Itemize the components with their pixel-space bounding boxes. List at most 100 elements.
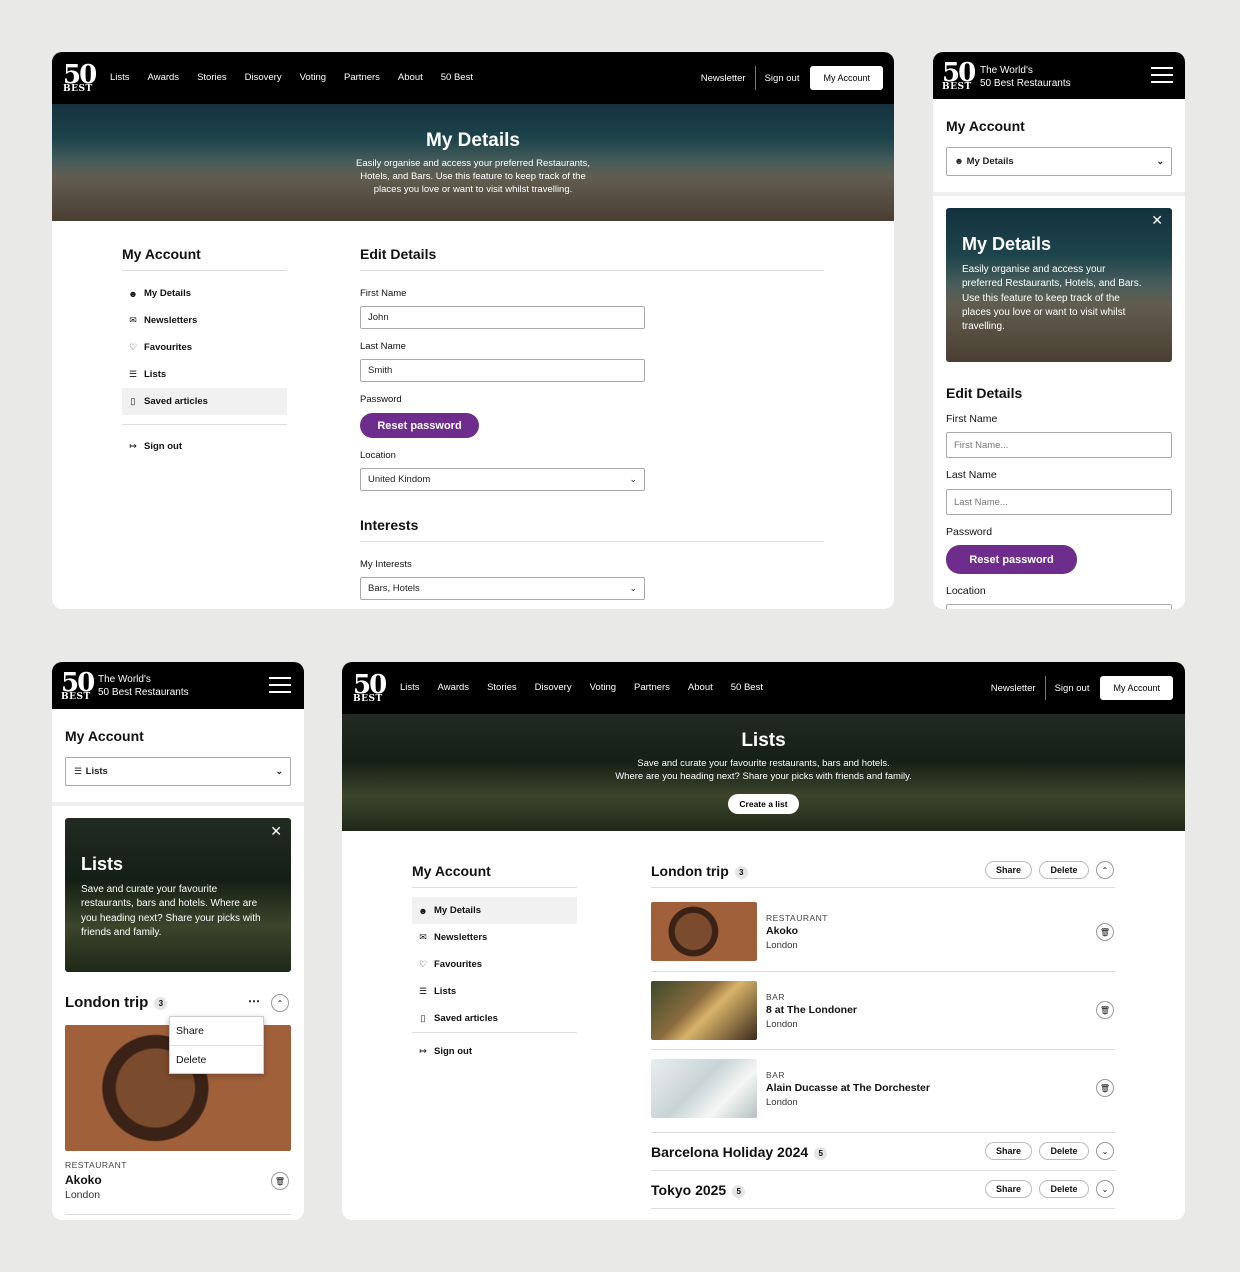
logo[interactable]: 50 BEST (63, 62, 97, 94)
item-name[interactable]: Akoko (65, 1173, 102, 1187)
list-group-title: London trip 3 (651, 863, 748, 879)
delete-button[interactable]: Delete (1039, 1180, 1089, 1198)
logo[interactable]: 50 BEST (61, 670, 95, 702)
nav-link-about[interactable]: About (688, 682, 713, 693)
mobile-hero-card: My Details Easily organise and access yo… (946, 208, 1172, 362)
item-name[interactable]: Akoko (766, 925, 798, 937)
logo[interactable]: 50 BEST (353, 672, 387, 704)
count-badge: 5 (814, 1146, 828, 1160)
sidebar-item-my-details[interactable]: ☻ My Details (412, 897, 577, 924)
nav-link-stories[interactable]: Stories (487, 682, 517, 693)
nav-link-about[interactable]: About (398, 72, 423, 83)
sidebar-title: My Account (122, 246, 201, 262)
my-account-button[interactable]: My Account (810, 66, 883, 90)
divider (651, 971, 1115, 972)
delete-menu-item[interactable]: Delete (170, 1045, 263, 1073)
mobile-account-title: My Account (65, 728, 144, 744)
sidebar-item-saved-articles[interactable]: ▯ Saved articles (122, 388, 287, 415)
delete-button[interactable]: Delete (1039, 1142, 1089, 1160)
interests-select[interactable]: Bars, Hotels ⌄ (360, 577, 645, 600)
share-button[interactable]: Share (985, 1142, 1032, 1160)
sidebar-item-newsletters[interactable]: ✉ Newsletters (122, 307, 287, 334)
trash-icon[interactable]: 🗑 (1096, 1001, 1114, 1019)
item-city: London (766, 1097, 798, 1108)
my-account-button[interactable]: My Account (1100, 676, 1173, 700)
mobile-account-title: My Account (946, 118, 1025, 134)
nav-link-voting[interactable]: Voting (590, 682, 616, 693)
first-name-field[interactable]: John (360, 306, 645, 329)
nav-link-awards[interactable]: Awards (438, 682, 470, 693)
close-icon[interactable]: ✕ (1151, 212, 1163, 229)
last-name-field[interactable]: Last Name... (946, 489, 1172, 515)
hero-title: Lists (741, 730, 786, 751)
nav-link-awards[interactable]: Awards (148, 72, 180, 83)
nav-link-partners[interactable]: Partners (344, 72, 380, 83)
nav-link-discovery[interactable]: Disovery (535, 682, 572, 693)
close-icon[interactable]: ✕ (270, 823, 282, 840)
item-image (651, 902, 757, 961)
signout-link[interactable]: Sign out (1055, 683, 1090, 694)
collapse-button[interactable]: ⌃ (271, 994, 289, 1012)
newsletter-link[interactable]: Newsletter (701, 73, 746, 84)
nav-link-lists[interactable]: Lists (400, 682, 420, 693)
collapse-button[interactable]: ⌃ (1096, 861, 1114, 879)
last-name-field[interactable]: Smith (360, 359, 645, 382)
sidebar-signout[interactable]: ↦ Sign out (122, 433, 287, 460)
expand-button[interactable]: ⌄ (1096, 1180, 1114, 1198)
mail-icon: ✉ (419, 932, 427, 942)
location-select[interactable] (946, 604, 1172, 609)
trash-icon[interactable]: 🗑 (271, 1172, 289, 1190)
sidebar-item-lists[interactable]: ☰ Lists (412, 978, 577, 1005)
reset-password-button[interactable]: Reset password (360, 413, 479, 438)
trash-icon[interactable]: 🗑 (1096, 1079, 1114, 1097)
share-button[interactable]: Share (985, 861, 1032, 879)
divider (933, 192, 1185, 196)
item-image (651, 981, 757, 1040)
trash-icon[interactable]: 🗑 (1096, 923, 1114, 941)
divider (360, 270, 824, 271)
item-name[interactable]: Alain Ducasse at The Dorchester (766, 1082, 930, 1094)
reset-password-button[interactable]: Reset password (946, 545, 1077, 574)
nav-link-lists[interactable]: Lists (110, 72, 130, 83)
sidebar-item-newsletters[interactable]: ✉ Newsletters (412, 924, 577, 951)
more-options-icon[interactable]: ⋯ (248, 994, 260, 1008)
first-name-field[interactable]: First Name... (946, 432, 1172, 458)
sidebar-item-my-details[interactable]: ☻ My Details (122, 280, 287, 307)
mobile-my-details-card: 50 BEST The World's 50 Best Restaurants My… (933, 52, 1185, 609)
sidebar-item-favourites[interactable]: ♡ Favourites (412, 951, 577, 978)
logo[interactable]: 50 BEST (942, 60, 976, 92)
mobile-section-select[interactable]: ☰ Lists ⌄ (65, 757, 291, 786)
hero-text-3: places you love or want to visit whilst … (373, 184, 573, 195)
nav-link-partners[interactable]: Partners (634, 682, 670, 693)
location-select[interactable]: United Kindom ⌄ (360, 468, 645, 491)
sidebar-signout[interactable]: ↦ Sign out (412, 1038, 577, 1065)
signout-link[interactable]: Sign out (765, 73, 800, 84)
item-type: BAR (766, 992, 785, 1002)
nav-link-50best[interactable]: 50 Best (731, 682, 763, 693)
hamburger-menu-icon[interactable] (1151, 67, 1173, 83)
mobile-section-select[interactable]: ☻ My Details ⌄ (946, 147, 1172, 176)
nav-link-voting[interactable]: Voting (300, 72, 326, 83)
delete-button[interactable]: Delete (1039, 861, 1089, 879)
nav-right: Newsletter Sign out My Account (991, 676, 1173, 700)
item-name[interactable]: 8 at The Londoner (766, 1004, 857, 1016)
item-type: RESTAURANT (766, 913, 828, 923)
share-menu-item[interactable]: Share (170, 1017, 263, 1045)
mobile-hero-card: Lists Save and curate your favourite res… (65, 818, 291, 972)
nav-link-50best[interactable]: 50 Best (441, 72, 473, 83)
nav-link-discovery[interactable]: Disovery (245, 72, 282, 83)
password-label: Password (946, 526, 993, 538)
sidebar-item-lists[interactable]: ☰ Lists (122, 361, 287, 388)
nav-separator (754, 66, 756, 90)
sidebar-item-favourites[interactable]: ♡ Favourites (122, 334, 287, 361)
share-button[interactable]: Share (985, 1180, 1032, 1198)
create-list-button[interactable]: Create a list (728, 794, 799, 814)
hamburger-menu-icon[interactable] (269, 677, 291, 693)
signout-icon: ↦ (419, 1046, 427, 1056)
sidebar-item-saved-articles[interactable]: ▯ Saved articles (412, 1005, 577, 1032)
list-icon: ☰ (418, 986, 428, 996)
nav-link-stories[interactable]: Stories (197, 72, 227, 83)
newsletter-link[interactable]: Newsletter (991, 683, 1036, 694)
chevron-down-icon: ⌄ (275, 766, 283, 776)
expand-button[interactable]: ⌄ (1096, 1142, 1114, 1160)
